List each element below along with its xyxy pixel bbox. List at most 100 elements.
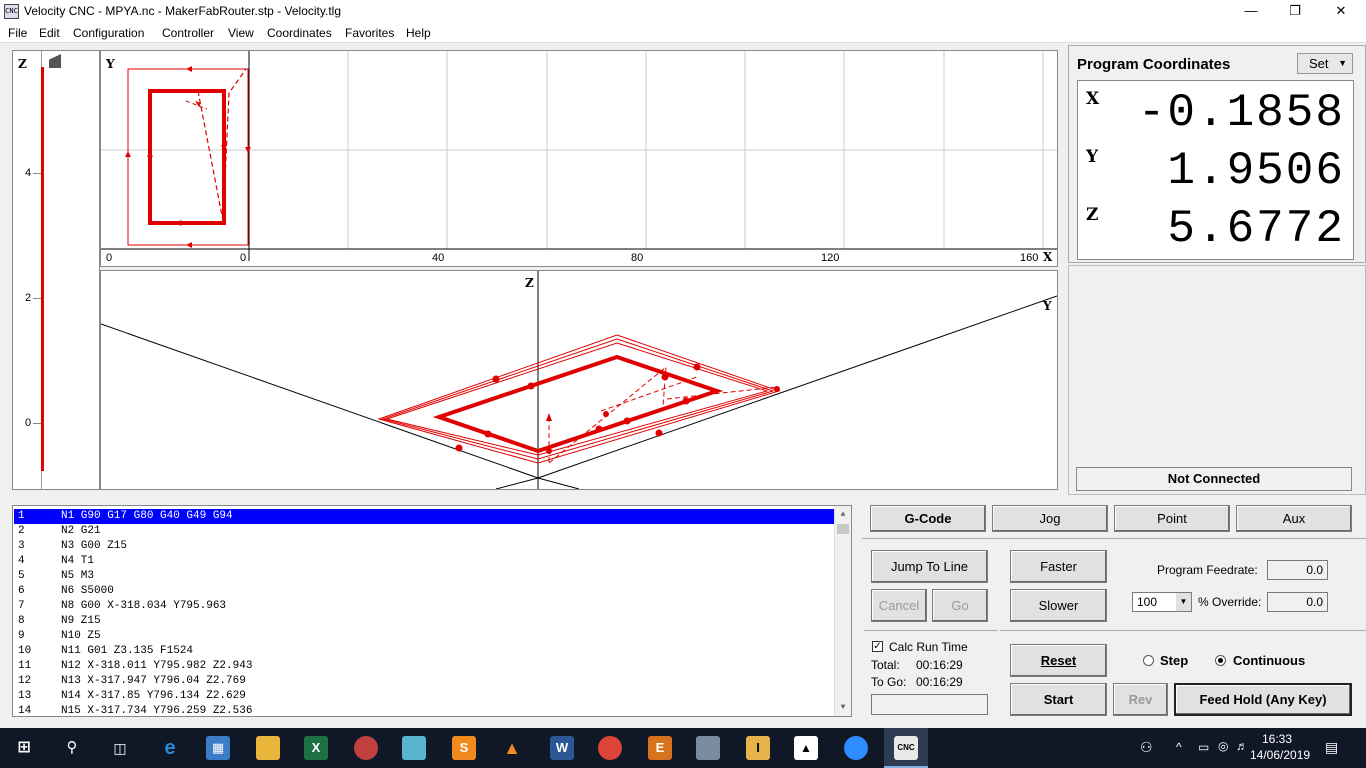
set-dropdown[interactable]: Set ▼ (1297, 53, 1353, 74)
rev-button[interactable]: Rev (1113, 683, 1168, 716)
gcode-line[interactable]: 3 N3 G00 Z15 (14, 539, 836, 554)
inventables-icon[interactable]: I (746, 736, 770, 760)
radio-selected-dot (1218, 658, 1223, 663)
z-tick-mark (33, 298, 41, 299)
tab-gcode[interactable]: G-Code (870, 505, 986, 532)
continuous-radio[interactable] (1215, 655, 1226, 666)
chevron-up-icon[interactable]: ^ (1176, 740, 1182, 754)
edge-icon[interactable]: e (158, 736, 182, 760)
xy-view-panel[interactable]: Y X 0 0 40 80 120 160 (100, 50, 1058, 267)
tab-aux[interactable]: Aux (1236, 505, 1352, 532)
store-icon[interactable]: ▦ (206, 736, 230, 760)
menu-coordinates[interactable]: Coordinates (267, 26, 332, 40)
chrome-icon[interactable] (598, 736, 622, 760)
velocity-taskbar-item[interactable]: CNC (884, 728, 928, 768)
override-select-value: 100 (1137, 595, 1158, 609)
gcode-line-text: N12 X-318.011 Y795.982 Z2.943 (61, 660, 253, 672)
gcode-line[interactable]: 5 N5 M3 (14, 569, 836, 584)
iso-view-panel[interactable]: Z Y (100, 270, 1058, 490)
gcode-line[interactable]: 2 N2 G21 (14, 524, 836, 539)
step-radio[interactable] (1143, 655, 1154, 666)
file-explorer-icon[interactable] (256, 736, 280, 760)
gcode-line[interactable]: 7 N8 G00 X-318.034 Y795.963 (14, 599, 836, 614)
gcode-line[interactable]: 14 N15 X-317.734 Y796.259 Z2.536 (14, 704, 836, 717)
gcode-line[interactable]: 4 N4 T1 (14, 554, 836, 569)
gcode-line[interactable]: 10 N11 G01 Z3.135 F1524 (14, 644, 836, 659)
notifications-icon[interactable]: ▤ (1325, 739, 1338, 756)
gcode-line-number: 9 (18, 630, 25, 642)
z-coordinate-row: Z 5.6772 (1078, 201, 1353, 259)
excel-icon[interactable]: X (304, 736, 328, 760)
y-coordinate-label: Y (1086, 147, 1099, 167)
gcode-line-selected[interactable]: 1 N1 G90 G17 G80 G40 G49 G94 (14, 509, 836, 524)
app-icon[interactable] (402, 736, 426, 760)
feed-hold-button[interactable]: Feed Hold (Any Key) (1174, 683, 1352, 716)
calc-run-time-label: Calc Run Time (889, 640, 968, 654)
menu-file[interactable]: File (8, 26, 27, 40)
task-view-icon[interactable]: ◫ (108, 736, 132, 760)
zoom-icon[interactable] (844, 736, 868, 760)
wifi-icon[interactable]: ◎ (1218, 739, 1228, 753)
gcode-line[interactable]: 13 N14 X-317.85 Y796.134 Z2.629 (14, 689, 836, 704)
gcode-line-number: 7 (18, 600, 25, 612)
gcode-line[interactable]: 6 N6 S5000 (14, 584, 836, 599)
estlcam-icon[interactable]: E (648, 736, 672, 760)
set-dropdown-label: Set (1309, 56, 1329, 71)
vlc-icon[interactable]: ▲ (500, 736, 524, 760)
scroll-up-icon[interactable]: ▲ (835, 506, 851, 523)
battery-icon[interactable]: ▭ (1198, 740, 1209, 754)
photos-icon[interactable]: ▲ (794, 736, 818, 760)
tool-app-icon[interactable] (696, 736, 720, 760)
go-button[interactable]: Go (932, 589, 988, 622)
cnc-app-icon[interactable]: CNC (4, 4, 19, 19)
volume-icon[interactable]: ♬ (1236, 739, 1248, 753)
gcode-line-text: N15 X-317.734 Y796.259 Z2.536 (61, 705, 253, 717)
scroll-down-icon[interactable]: ▼ (835, 699, 851, 716)
step-label: Step (1160, 653, 1189, 668)
jump-to-line-button[interactable]: Jump To Line (871, 550, 988, 583)
tab-jog[interactable]: Jog (992, 505, 1108, 532)
start-button[interactable]: Start (1010, 683, 1107, 716)
sublime-icon[interactable]: S (452, 736, 476, 760)
clock-date[interactable]: 14/06/2019 (1250, 748, 1310, 762)
slower-button[interactable]: Slower (1010, 589, 1107, 622)
menu-view[interactable]: View (228, 26, 254, 40)
maximize-icon[interactable]: ❐ (1272, 0, 1318, 23)
menu-configuration[interactable]: Configuration (73, 26, 144, 40)
word-icon[interactable]: W (550, 736, 574, 760)
people-icon[interactable]: ⚇ (1140, 739, 1153, 756)
override-field: 0.0 (1267, 592, 1328, 612)
gcode-line[interactable]: 11 N12 X-318.011 Y795.982 Z2.943 (14, 659, 836, 674)
scroll-thumb[interactable] (837, 524, 849, 534)
search-icon[interactable]: ⚲ (60, 736, 84, 760)
z-tick-mark (33, 173, 41, 174)
override-select[interactable]: 100 ▼ (1132, 592, 1192, 612)
close-icon[interactable]: ✕ (1318, 0, 1364, 23)
xy-tick: 0 (240, 252, 247, 264)
calc-run-time-checkbox[interactable]: ✓ (872, 641, 883, 652)
reset-button[interactable]: Reset (1010, 644, 1107, 677)
gcode-line-text: N3 G00 Z15 (61, 540, 128, 552)
gcode-line[interactable]: 9 N10 Z5 (14, 629, 836, 644)
minimize-icon[interactable]: — (1228, 0, 1274, 23)
gcode-line-number: 4 (18, 555, 25, 567)
clock-time[interactable]: 16:33 (1262, 732, 1292, 746)
iso-z-axis-label: Z (525, 276, 534, 290)
menu-edit[interactable]: Edit (39, 26, 60, 40)
x-coordinate-row: X -0.1858 (1078, 85, 1353, 143)
gcode-scrollbar[interactable]: ▲ ▼ (834, 506, 851, 716)
gcode-line[interactable]: 12 N13 X-317.947 Y796.04 Z2.769 (14, 674, 836, 689)
chevron-down-icon[interactable]: ▼ (1176, 593, 1191, 611)
tab-point[interactable]: Point (1114, 505, 1230, 532)
menu-help[interactable]: Help (406, 26, 431, 40)
gcode-line-number: 10 (18, 645, 32, 657)
faster-button[interactable]: Faster (1010, 550, 1107, 583)
menu-favorites[interactable]: Favorites (345, 26, 394, 40)
paint-icon[interactable] (354, 736, 378, 760)
gcode-listing[interactable]: 1 N1 G90 G17 G80 G40 G49 G94 2 N2 G21 3 N3 … (12, 505, 852, 717)
gcode-line[interactable]: 8 N9 Z15 (14, 614, 836, 629)
gcode-line-text: N1 G90 G17 G80 G40 G49 G94 (61, 510, 233, 522)
menu-controller[interactable]: Controller (162, 26, 214, 40)
cancel-button[interactable]: Cancel (871, 589, 927, 622)
windows-start-icon[interactable]: ⊞ (12, 736, 36, 760)
